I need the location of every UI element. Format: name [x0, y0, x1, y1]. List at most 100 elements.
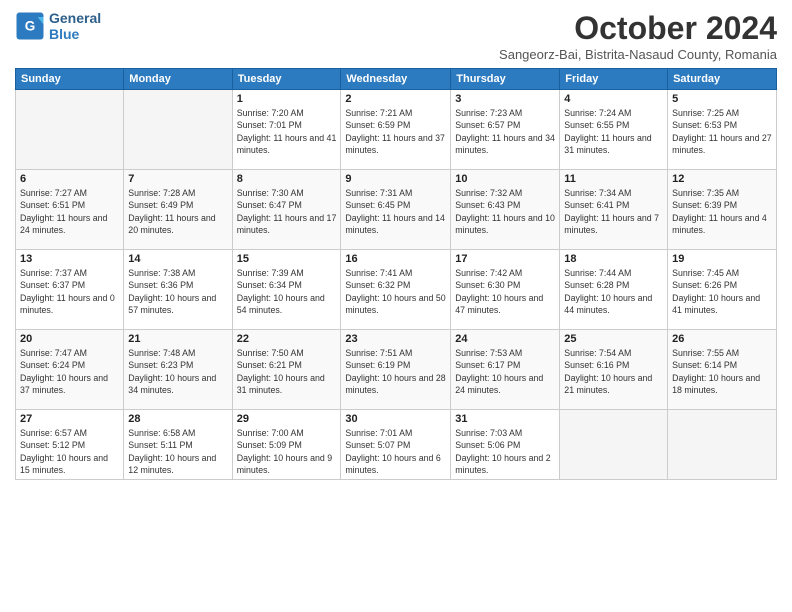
day-info: Sunrise: 7:42 AM Sunset: 6:30 PM Dayligh… — [455, 267, 555, 316]
day-number: 5 — [672, 93, 772, 105]
logo-icon: G — [15, 11, 45, 41]
calendar-week-row: 1 Sunrise: 7:20 AM Sunset: 7:01 PM Daylig… — [16, 90, 777, 170]
weekday-header: Saturday — [668, 69, 777, 90]
weekday-header: Friday — [560, 69, 668, 90]
logo-line2: Blue — [49, 26, 101, 42]
day-info: Sunrise: 6:57 AM Sunset: 5:12 PM Dayligh… — [20, 427, 119, 476]
day-info: Sunrise: 7:00 AM Sunset: 5:09 PM Dayligh… — [237, 427, 337, 476]
day-info: Sunrise: 7:21 AM Sunset: 6:59 PM Dayligh… — [345, 107, 446, 156]
calendar-cell: 12 Sunrise: 7:35 AM Sunset: 6:39 PM Dayli… — [668, 170, 777, 250]
day-info: Sunrise: 7:20 AM Sunset: 7:01 PM Dayligh… — [237, 107, 337, 156]
day-info: Sunrise: 7:30 AM Sunset: 6:47 PM Dayligh… — [237, 187, 337, 236]
day-number: 21 — [128, 333, 227, 345]
title-section: October 2024 Sangeorz-Bai, Bistrita-Nasa… — [499, 10, 777, 62]
day-info: Sunrise: 7:50 AM Sunset: 6:21 PM Dayligh… — [237, 347, 337, 396]
calendar-cell: 2 Sunrise: 7:21 AM Sunset: 6:59 PM Daylig… — [341, 90, 451, 170]
day-number: 20 — [20, 333, 119, 345]
day-info: Sunrise: 7:27 AM Sunset: 6:51 PM Dayligh… — [20, 187, 119, 236]
calendar-cell: 1 Sunrise: 7:20 AM Sunset: 7:01 PM Daylig… — [232, 90, 341, 170]
day-info: Sunrise: 7:03 AM Sunset: 5:06 PM Dayligh… — [455, 427, 555, 476]
calendar-cell — [560, 410, 668, 480]
calendar-cell: 7 Sunrise: 7:28 AM Sunset: 6:49 PM Daylig… — [124, 170, 232, 250]
calendar-cell: 30Sunrise: 7:01 AM Sunset: 5:07 PM Dayli… — [341, 410, 451, 480]
calendar-cell: 3Sunrise: 7:23 AM Sunset: 6:57 PM Daylig… — [451, 90, 560, 170]
day-info: Sunrise: 7:31 AM Sunset: 6:45 PM Dayligh… — [345, 187, 446, 236]
calendar-cell: 29Sunrise: 7:00 AM Sunset: 5:09 PM Dayli… — [232, 410, 341, 480]
day-info: Sunrise: 7:53 AM Sunset: 6:17 PM Dayligh… — [455, 347, 555, 396]
day-number: 25 — [564, 333, 663, 345]
day-info: Sunrise: 7:55 AM Sunset: 6:14 PM Dayligh… — [672, 347, 772, 396]
calendar-cell: 23Sunrise: 7:51 AM Sunset: 6:19 PM Dayli… — [341, 330, 451, 410]
subtitle: Sangeorz-Bai, Bistrita-Nasaud County, Ro… — [499, 47, 777, 62]
calendar-week-row: 13 Sunrise: 7:37 AM Sunset: 6:37 PM Dayli… — [16, 250, 777, 330]
day-info: Sunrise: 7:39 AM Sunset: 6:34 PM Dayligh… — [237, 267, 337, 316]
calendar-table: SundayMondayTuesdayWednesdayThursdayFrid… — [15, 68, 777, 480]
day-info: Sunrise: 7:28 AM Sunset: 6:49 PM Dayligh… — [128, 187, 227, 236]
day-info: Sunrise: 7:44 AM Sunset: 6:28 PM Dayligh… — [564, 267, 663, 316]
day-info: Sunrise: 7:54 AM Sunset: 6:16 PM Dayligh… — [564, 347, 663, 396]
weekday-header: Sunday — [16, 69, 124, 90]
calendar-cell: 19 Sunrise: 7:45 AM Sunset: 6:26 PM Dayli… — [668, 250, 777, 330]
day-number: 11 — [564, 173, 663, 185]
day-info: Sunrise: 7:37 AM Sunset: 6:37 PM Dayligh… — [20, 267, 119, 316]
day-number: 12 — [672, 173, 772, 185]
calendar-cell: 28Sunrise: 6:58 AM Sunset: 5:11 PM Dayli… — [124, 410, 232, 480]
day-number: 2 — [345, 93, 446, 105]
day-number: 13 — [20, 253, 119, 265]
month-title: October 2024 — [499, 10, 777, 47]
day-info: Sunrise: 7:34 AM Sunset: 6:41 PM Dayligh… — [564, 187, 663, 236]
calendar-cell: 22Sunrise: 7:50 AM Sunset: 6:21 PM Dayli… — [232, 330, 341, 410]
day-info: Sunrise: 6:58 AM Sunset: 5:11 PM Dayligh… — [128, 427, 227, 476]
header: G General Blue October 2024 Sangeorz-Bai… — [15, 10, 777, 62]
day-number: 16 — [345, 253, 446, 265]
day-number: 7 — [128, 173, 227, 185]
calendar-header-row: SundayMondayTuesdayWednesdayThursdayFrid… — [16, 69, 777, 90]
calendar-cell: 18Sunrise: 7:44 AM Sunset: 6:28 PM Dayli… — [560, 250, 668, 330]
day-info: Sunrise: 7:35 AM Sunset: 6:39 PM Dayligh… — [672, 187, 772, 236]
calendar-cell: 26 Sunrise: 7:55 AM Sunset: 6:14 PM Dayli… — [668, 330, 777, 410]
day-info: Sunrise: 7:24 AM Sunset: 6:55 PM Dayligh… — [564, 107, 663, 156]
logo-text: General Blue — [49, 10, 101, 42]
calendar-cell: 13 Sunrise: 7:37 AM Sunset: 6:37 PM Dayli… — [16, 250, 124, 330]
day-number: 1 — [237, 93, 337, 105]
calendar-cell: 25 Sunrise: 7:54 AM Sunset: 6:16 PM Dayli… — [560, 330, 668, 410]
calendar-week-row: 6 Sunrise: 7:27 AM Sunset: 6:51 PM Daylig… — [16, 170, 777, 250]
calendar-cell: 21Sunrise: 7:48 AM Sunset: 6:23 PM Dayli… — [124, 330, 232, 410]
day-number: 23 — [345, 333, 446, 345]
day-number: 8 — [237, 173, 337, 185]
day-info: Sunrise: 7:38 AM Sunset: 6:36 PM Dayligh… — [128, 267, 227, 316]
calendar-cell — [124, 90, 232, 170]
day-info: Sunrise: 7:32 AM Sunset: 6:43 PM Dayligh… — [455, 187, 555, 236]
calendar-cell: 24Sunrise: 7:53 AM Sunset: 6:17 PM Dayli… — [451, 330, 560, 410]
day-number: 14 — [128, 253, 227, 265]
day-number: 19 — [672, 253, 772, 265]
calendar-week-row: 27 Sunrise: 6:57 AM Sunset: 5:12 PM Dayli… — [16, 410, 777, 480]
calendar-cell: 6 Sunrise: 7:27 AM Sunset: 6:51 PM Daylig… — [16, 170, 124, 250]
day-number: 10 — [455, 173, 555, 185]
day-number: 4 — [564, 93, 663, 105]
weekday-header: Monday — [124, 69, 232, 90]
day-number: 27 — [20, 413, 119, 425]
calendar-cell: 11 Sunrise: 7:34 AM Sunset: 6:41 PM Dayli… — [560, 170, 668, 250]
day-info: Sunrise: 7:45 AM Sunset: 6:26 PM Dayligh… — [672, 267, 772, 316]
day-info: Sunrise: 7:23 AM Sunset: 6:57 PM Dayligh… — [455, 107, 555, 156]
calendar-cell: 10 Sunrise: 7:32 AM Sunset: 6:43 PM Dayli… — [451, 170, 560, 250]
logo: G General Blue — [15, 10, 101, 42]
calendar-cell — [16, 90, 124, 170]
calendar-cell: 9 Sunrise: 7:31 AM Sunset: 6:45 PM Daylig… — [341, 170, 451, 250]
day-number: 15 — [237, 253, 337, 265]
svg-text:G: G — [25, 19, 36, 34]
day-number: 9 — [345, 173, 446, 185]
day-info: Sunrise: 7:01 AM Sunset: 5:07 PM Dayligh… — [345, 427, 446, 476]
day-number: 31 — [455, 413, 555, 425]
day-info: Sunrise: 7:41 AM Sunset: 6:32 PM Dayligh… — [345, 267, 446, 316]
day-number: 26 — [672, 333, 772, 345]
weekday-header: Thursday — [451, 69, 560, 90]
calendar-cell — [668, 410, 777, 480]
day-number: 6 — [20, 173, 119, 185]
calendar-cell: 8 Sunrise: 7:30 AM Sunset: 6:47 PM Daylig… — [232, 170, 341, 250]
calendar-cell: 14 Sunrise: 7:38 AM Sunset: 6:36 PM Dayli… — [124, 250, 232, 330]
calendar-cell: 20Sunrise: 7:47 AM Sunset: 6:24 PM Dayli… — [16, 330, 124, 410]
calendar-week-row: 20Sunrise: 7:47 AM Sunset: 6:24 PM Dayli… — [16, 330, 777, 410]
calendar-cell: 17Sunrise: 7:42 AM Sunset: 6:30 PM Dayli… — [451, 250, 560, 330]
